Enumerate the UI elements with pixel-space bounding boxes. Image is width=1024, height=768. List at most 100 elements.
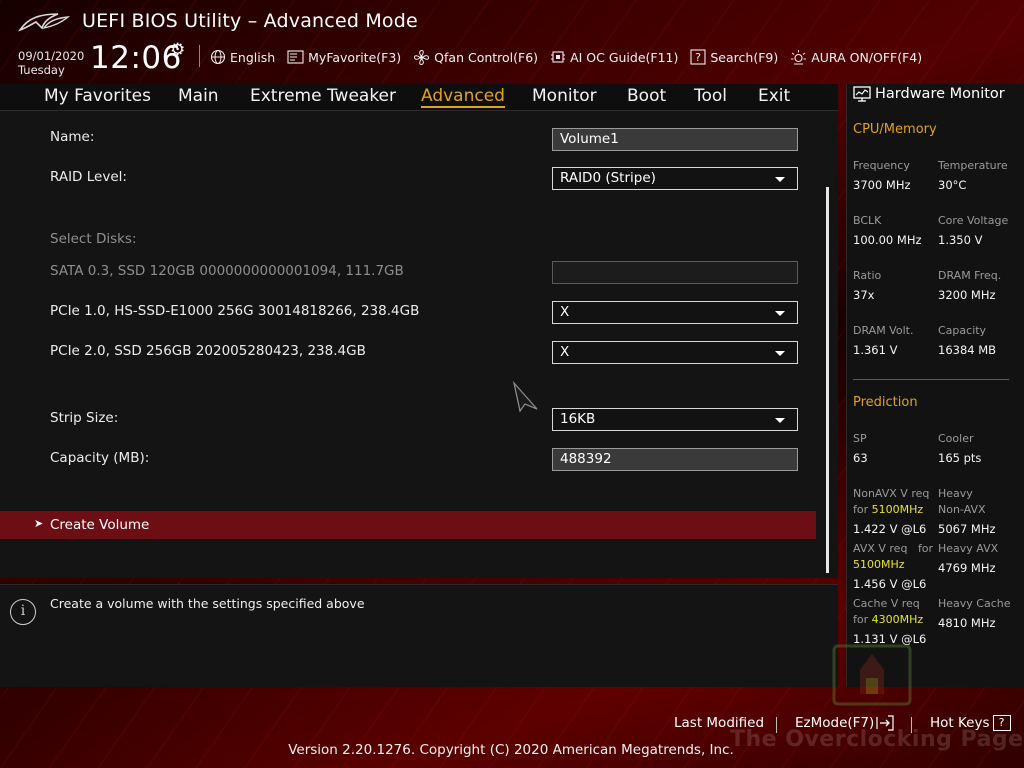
search-button[interactable]: ? Search(F9)	[690, 49, 778, 65]
fan-icon	[414, 49, 430, 65]
favorite-icon	[287, 50, 304, 64]
heavy-cache-label: Heavy Cache	[938, 597, 1011, 610]
memory-capacity-label: Capacity	[938, 324, 987, 337]
cpu-memory-section-title: CPU/Memory	[853, 122, 937, 137]
main-menu-bar: My Favorites Main Extreme Tweaker Advanc…	[0, 84, 838, 111]
ai-oc-guide-button[interactable]: AI OC Guide(F11)	[550, 49, 678, 65]
temperature-value: 30°C	[938, 178, 967, 192]
disk-pcie2-select[interactable]: X	[552, 341, 798, 364]
section-divider	[853, 379, 1009, 380]
raid-level-label: RAID Level:	[50, 169, 127, 185]
disk-sata-select	[552, 261, 798, 284]
svg-text:?: ?	[695, 51, 701, 64]
version-text: Version 2.20.1276. Copyright (C) 2020 Am…	[0, 742, 1024, 758]
strip-size-select[interactable]: 16KB	[552, 408, 798, 431]
hardware-monitor-title: Hardware Monitor	[853, 86, 1005, 102]
heavy-label: Heavy	[938, 487, 973, 500]
sp-label: SP	[853, 432, 867, 445]
nonavx-label: Non-AVX	[938, 503, 986, 516]
sp-value: 63	[853, 451, 868, 465]
tab-main[interactable]: Main	[178, 86, 219, 106]
language-button[interactable]: English	[210, 49, 275, 65]
chip-icon	[551, 51, 566, 63]
help-panel: i Create a volume with the settings spec…	[0, 584, 838, 687]
avx-req-line: AVX V req for	[853, 541, 933, 556]
disk-sata-label: SATA 0.3, SSD 120GB 0000000000001094, 11…	[50, 263, 404, 279]
tab-advanced[interactable]: Advanced	[421, 86, 505, 108]
rog-logo-icon	[18, 13, 70, 32]
dram-freq-value: 3200 MHz	[938, 288, 996, 302]
app-title: UEFI BIOS Utility – Advanced Mode	[82, 10, 418, 32]
create-volume-label: Create Volume	[50, 517, 150, 533]
chevron-down-icon	[775, 351, 785, 356]
name-label: Name:	[50, 129, 95, 145]
core-voltage-label: Core Voltage	[938, 214, 1009, 227]
nonavx-freq: 5100MHz	[871, 503, 924, 516]
disk-pcie1-select[interactable]: X	[552, 301, 798, 324]
nonavx-for-label: for	[853, 503, 869, 516]
chevron-down-icon	[775, 418, 785, 423]
raid-level-select[interactable]: RAID0 (Stripe)	[552, 167, 798, 190]
scrollbar[interactable]	[826, 187, 829, 573]
disk-pcie1-value: X	[560, 304, 570, 320]
dram-freq-label: DRAM Freq.	[938, 269, 1002, 282]
tab-exit[interactable]: Exit	[758, 86, 790, 106]
raid-level-value: RAID0 (Stripe)	[560, 170, 656, 186]
chevron-down-icon	[775, 311, 785, 316]
core-voltage-value: 1.350 V	[938, 233, 983, 247]
globe-icon	[210, 49, 226, 65]
select-disks-label: Select Disks:	[50, 231, 137, 247]
chevron-down-icon	[775, 177, 785, 182]
myfavorite-button[interactable]: MyFavorite(F3)	[287, 50, 401, 65]
nonavx-req-label: NonAVX V req	[853, 487, 930, 500]
aura-light-icon	[791, 50, 807, 65]
settings-panel: Name: Volume1 RAID Level: RAID0 (Stripe)…	[0, 111, 838, 578]
cache-for-label: for	[853, 613, 869, 626]
clock-display[interactable]: 12:06	[90, 40, 182, 76]
heavy-nonavx-value: 5067 MHz	[938, 522, 996, 536]
prediction-section-title: Prediction	[853, 395, 918, 410]
toolbar: English MyFavorite(F3) Qfan Control(F6) …	[210, 47, 934, 67]
avx-req-label: AVX V req	[853, 542, 908, 555]
disk-pcie2-label: PCIe 2.0, SSD 256GB 202005280423, 238.4G…	[50, 343, 366, 359]
myfavorite-label: MyFavorite(F3)	[308, 49, 402, 65]
date-display: 09/01/2020 Tuesday	[18, 49, 84, 77]
header-divider	[199, 45, 200, 67]
tab-extreme-tweaker[interactable]: Extreme Tweaker	[250, 86, 396, 106]
tab-boot[interactable]: Boot	[627, 86, 666, 106]
tab-my-favorites[interactable]: My Favorites	[44, 86, 151, 106]
cache-for-line: for 4300MHz	[853, 612, 923, 627]
hardware-monitor-label: Hardware Monitor	[875, 86, 1005, 102]
watermark-logo	[832, 644, 912, 706]
tab-tool[interactable]: Tool	[694, 86, 727, 106]
ratio-label: Ratio	[853, 269, 882, 282]
capacity-input[interactable]: 488392	[552, 448, 798, 471]
temperature-label: Temperature	[938, 159, 1008, 172]
strip-size-value: 16KB	[560, 411, 596, 427]
hardware-monitor-panel: Hardware Monitor CPU/Memory Frequency Te…	[846, 84, 1024, 687]
volume-name-input[interactable]: Volume1	[552, 128, 798, 151]
language-label: English	[230, 49, 276, 65]
cooler-value: 165 pts	[938, 451, 982, 465]
heavy-cache-value: 4810 MHz	[938, 616, 996, 630]
day-text: Tuesday	[18, 63, 65, 77]
qfan-control-button[interactable]: Qfan Control(F6)	[413, 49, 538, 66]
tab-monitor[interactable]: Monitor	[532, 86, 597, 106]
monitor-icon	[853, 86, 871, 102]
search-label: Search(F9)	[710, 49, 779, 65]
nonavx-for-line: for 5100MHz	[853, 502, 923, 517]
search-question-icon: ?	[690, 49, 706, 65]
gear-icon[interactable]: ⚙	[170, 40, 185, 60]
create-volume-button[interactable]: ➤ Create Volume	[0, 511, 816, 539]
heavy-avx-label: Heavy AVX	[938, 542, 999, 555]
help-text: Create a volume with the settings specif…	[50, 596, 365, 611]
frequency-label: Frequency	[853, 159, 910, 172]
disk-pcie2-value: X	[560, 344, 570, 360]
version-label: Version 2.20.1276. Copyright (C) 2020 Am…	[288, 742, 734, 758]
qfan-label: Qfan Control(F6)	[434, 49, 539, 65]
mouse-cursor-icon	[512, 381, 538, 413]
bclk-value: 100.00 MHz	[853, 233, 922, 247]
capacity-label: Capacity (MB):	[50, 450, 150, 466]
cache-req-label: Cache V req	[853, 597, 920, 610]
aura-toggle-button[interactable]: AURA ON/OFF(F4)	[790, 49, 922, 65]
